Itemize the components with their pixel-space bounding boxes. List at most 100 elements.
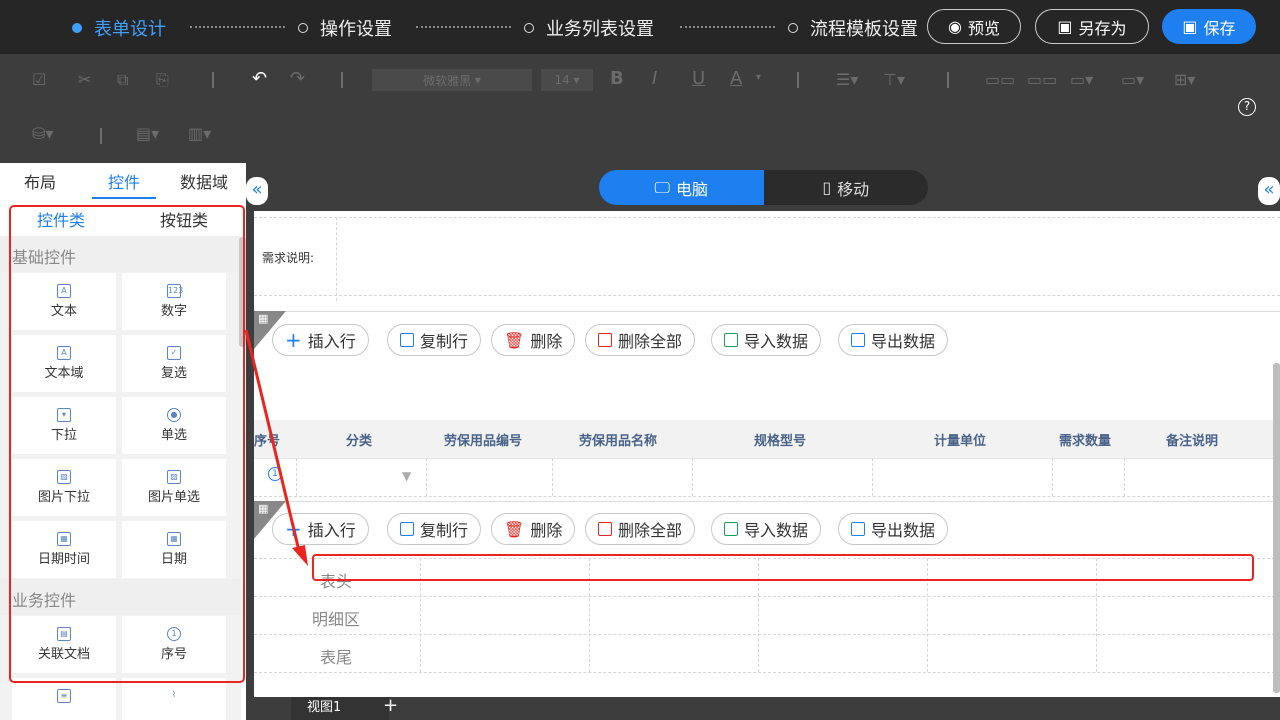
control-date[interactable]: ▦ 日期 [122, 521, 226, 578]
delete-all-button[interactable]: 删除全部 [585, 324, 696, 356]
insert-row-button[interactable]: + 插入行 [272, 324, 369, 356]
insert-row-icon[interactable]: ▤▾ [136, 124, 159, 143]
device-pc-button[interactable]: 🖵 电脑 [599, 170, 764, 205]
redo-icon[interactable]: ↷ [290, 68, 305, 89]
step-list-settings[interactable]: 业务列表设置 [524, 15, 654, 41]
table-icon[interactable]: ▦ [258, 312, 268, 325]
chevron-down-icon[interactable]: ▾ [756, 72, 761, 83]
step-flow-template[interactable]: 流程模板设置 [788, 15, 918, 41]
subtab-buttons[interactable]: 按钮类 [160, 207, 208, 231]
tab-layout[interactable]: 布局 [24, 169, 56, 193]
export-icon [851, 333, 865, 347]
step-divider [680, 26, 775, 28]
collapse-left-icon[interactable]: « [246, 177, 268, 205]
btn-label: 插入行 [307, 521, 356, 540]
collapse-right-icon[interactable]: « [1258, 177, 1280, 205]
control-linked-doc[interactable]: ▤ 关联文档 [12, 616, 116, 673]
import-data-button[interactable]: 导入数据 [711, 513, 822, 545]
copy-icon[interactable]: ⧉ [117, 70, 128, 90]
export-data-button[interactable]: 导出数据 [838, 513, 949, 545]
font-color-button[interactable]: A [730, 68, 742, 89]
device-mobile-button[interactable]: ▯ 移动 [764, 170, 929, 205]
btn-label: 导入数据 [744, 332, 809, 351]
import-data-button[interactable]: 导入数据 [711, 324, 822, 356]
border-color-icon[interactable]: ▭▾ [1121, 70, 1144, 89]
add-view-icon[interactable]: + [383, 695, 398, 717]
step-form-design[interactable]: 表单设计 [72, 15, 166, 41]
control-serial[interactable]: 1 序号 [122, 616, 226, 673]
category-business: 业务控件 [0, 579, 241, 615]
control-image-radio[interactable]: ▨ 图片单选 [122, 459, 226, 516]
col-remark[interactable]: 备注说明 [1166, 430, 1218, 449]
dropdown-icon: ▾ [57, 408, 71, 422]
delete-all-button[interactable]: 删除全部 [585, 513, 696, 545]
fill-color-icon[interactable]: ▭▾ [1070, 70, 1093, 89]
chevron-down-icon[interactable]: ▼ [402, 469, 411, 483]
number-icon: 123 [167, 284, 183, 298]
delete-button[interactable]: 🗑 删除 [491, 513, 576, 545]
col-quantity[interactable]: 需求数量 [1059, 430, 1111, 449]
font-size-select[interactable]: 14 ▾ [541, 69, 593, 91]
col-spec[interactable]: 规格型号 [754, 430, 806, 449]
control-textarea[interactable]: A 文本域 [12, 335, 116, 392]
control-radio[interactable]: ● 单选 [122, 397, 226, 454]
underline-button[interactable]: U [692, 68, 705, 89]
device-pc-label: 电脑 [675, 179, 708, 199]
save-button[interactable]: ▣ 保存 [1162, 9, 1256, 44]
section-footer[interactable]: 表尾 [320, 644, 352, 668]
top-bar: 表单设计 操作设置 业务列表设置 流程模板设置 ◉ 预览 ▣ 另存为 ▣ 保存 [0, 0, 1280, 54]
toolbar-divider [212, 72, 214, 88]
col-unit[interactable]: 计量单位 [934, 430, 986, 449]
checkbox-icon[interactable]: ☑ [32, 70, 46, 89]
preview-button[interactable]: ◉ 预览 [927, 9, 1021, 44]
control-image-dropdown[interactable]: ▨ 图片下拉 [12, 459, 116, 516]
export-data-button[interactable]: 导出数据 [838, 324, 949, 356]
bold-button[interactable]: B [610, 68, 624, 89]
control-attachment[interactable]: ⌇ [122, 678, 226, 720]
save-as-button[interactable]: ▣ 另存为 [1035, 9, 1149, 44]
view-tab-1[interactable]: 视图1 + [291, 695, 398, 720]
control-datetime[interactable]: ▦ 日期时间 [12, 521, 116, 578]
paste-icon[interactable]: ⎘ [156, 70, 169, 90]
control-dropdown[interactable]: ▾ 下拉 [12, 397, 116, 454]
step-operation-settings[interactable]: 操作设置 [298, 15, 392, 41]
insert-col-icon[interactable]: ▥▾ [188, 124, 211, 143]
font-family-select[interactable]: 微软雅黑 ▾ [372, 69, 532, 91]
image-icon: ▨ [167, 470, 181, 484]
control-checkbox[interactable]: ✓ 复选 [122, 335, 226, 392]
split-icon[interactable]: ▭▭ [1027, 70, 1057, 89]
italic-button[interactable]: I [652, 68, 657, 89]
copy-row-button[interactable]: 复制行 [387, 324, 482, 356]
col-serial[interactable]: 序号 [254, 430, 280, 449]
tab-data-fields[interactable]: 数据域 [180, 169, 228, 193]
comment-icon: ≡ [57, 689, 71, 703]
merge-icon[interactable]: ▭▭ [985, 70, 1015, 89]
tab-controls[interactable]: 控件 [108, 169, 140, 193]
paint-bucket-icon[interactable]: ⛁▾ [32, 124, 53, 143]
control-number[interactable]: 123 数字 [122, 273, 226, 330]
control-comment[interactable]: ≡ [12, 678, 116, 720]
canvas-scrollbar[interactable] [1273, 363, 1280, 693]
cut-icon[interactable]: ✂ [78, 70, 91, 89]
help-icon[interactable]: ? [1238, 98, 1256, 116]
valign-icon[interactable]: ⊤▾ [883, 70, 905, 89]
border-icon[interactable]: ⊞▾ [1174, 70, 1195, 89]
left-scrollbar[interactable] [239, 237, 246, 347]
col-item-name[interactable]: 劳保用品名称 [579, 430, 657, 449]
delete-button[interactable]: 🗑 删除 [491, 324, 576, 356]
subtab-controls[interactable]: 控件类 [37, 207, 85, 231]
control-label: 序号 [160, 647, 187, 662]
eye-icon: ◉ [948, 17, 962, 36]
copy-row-button[interactable]: 复制行 [387, 513, 482, 545]
align-icon[interactable]: ☰▾ [836, 70, 858, 89]
undo-icon[interactable]: ↶ [252, 68, 267, 89]
table-icon[interactable]: ▦ [258, 502, 268, 515]
insert-row-button[interactable]: + 插入行 [272, 513, 369, 545]
section-header[interactable]: 表头 [320, 568, 352, 592]
grid-line [254, 458, 1280, 459]
calendar-icon: ▦ [57, 532, 71, 546]
control-text[interactable]: A 文本 [12, 273, 116, 330]
col-item-code[interactable]: 劳保用品编号 [444, 430, 522, 449]
col-category[interactable]: 分类 [346, 430, 372, 449]
section-detail[interactable]: 明细区 [312, 606, 360, 630]
